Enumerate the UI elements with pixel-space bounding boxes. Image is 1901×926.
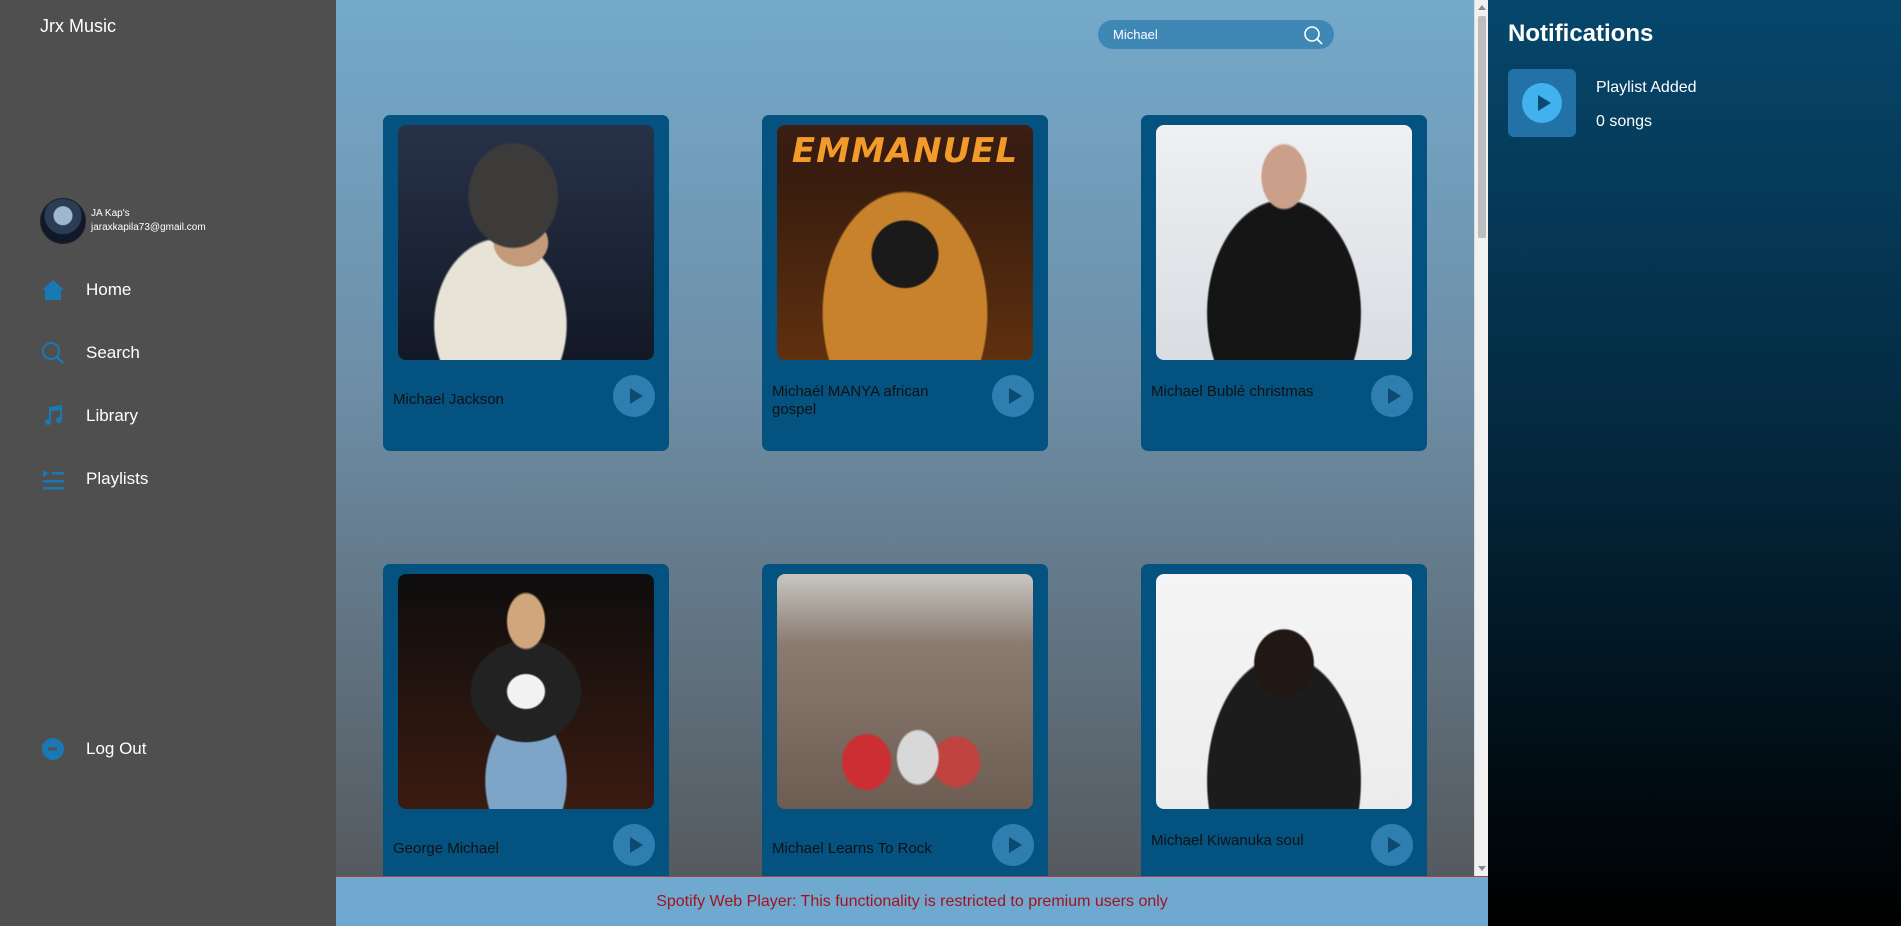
play-icon[interactable] — [1522, 83, 1562, 123]
play-icon — [629, 837, 643, 853]
nav-search[interactable]: Search — [40, 340, 140, 366]
notification-item[interactable]: Playlist Added 0 songs — [1508, 69, 1888, 137]
profile-email: jaraxkapila73@gmail.com — [91, 222, 206, 233]
main-content: Michael Jackson EMMANUEL Michaél MANYA a… — [336, 0, 1488, 876]
premium-warning-bar: Spotify Web Player: This functionality i… — [336, 876, 1488, 926]
play-icon — [1387, 388, 1401, 404]
sidebar: Jrx Music JA Kap's jaraxkapila73@gmail.c… — [0, 0, 336, 926]
artist-image — [777, 574, 1033, 809]
avatar — [40, 198, 86, 244]
artist-name: Michael Jackson — [393, 391, 504, 408]
notifications-panel: Notifications Playlist Added 0 songs — [1488, 0, 1901, 926]
logout-icon — [40, 736, 66, 762]
music-note-icon — [40, 403, 66, 429]
play-button[interactable] — [992, 824, 1034, 866]
artist-image — [1156, 125, 1412, 360]
nav-home[interactable]: Home — [40, 277, 131, 303]
artist-image — [398, 125, 654, 360]
play-icon — [1387, 837, 1401, 853]
notification-title: Playlist Added — [1596, 79, 1697, 96]
search-button-icon[interactable] — [1302, 24, 1324, 46]
nav-search-label: Search — [86, 343, 140, 362]
scrollbar[interactable] — [1474, 0, 1488, 876]
play-button[interactable] — [1371, 824, 1413, 866]
nav-logout[interactable]: Log Out — [40, 736, 147, 762]
artist-card[interactable]: Michael Jackson — [383, 115, 669, 451]
artist-card[interactable]: Michael Bublé christmas — [1141, 115, 1427, 451]
scroll-down-icon[interactable] — [1478, 866, 1486, 871]
nav-playlists-label: Playlists — [86, 469, 149, 488]
play-button[interactable] — [1371, 375, 1413, 417]
artist-card[interactable]: EMMANUEL Michaél MANYA african gospel — [762, 115, 1048, 451]
nav-library[interactable]: Library — [40, 403, 138, 429]
scroll-thumb[interactable] — [1478, 16, 1486, 238]
play-button[interactable] — [992, 375, 1034, 417]
profile-text: JA Kap's jaraxkapila73@gmail.com — [91, 207, 206, 235]
playlist-icon — [40, 466, 66, 492]
artist-name: Michael Kiwanuka soul — [1151, 832, 1304, 849]
search-bar — [1098, 20, 1334, 49]
nav-logout-label: Log Out — [86, 739, 147, 758]
scroll-up-icon[interactable] — [1478, 5, 1486, 10]
artist-card[interactable]: George Michael — [383, 564, 669, 876]
artist-name: Michaél MANYA african gospel — [772, 383, 929, 418]
search-input[interactable] — [1113, 25, 1293, 44]
artist-image — [398, 574, 654, 809]
notification-thumbnail — [1508, 69, 1576, 137]
artist-name: George Michael — [393, 840, 499, 857]
app-title: Jrx Music — [40, 16, 116, 36]
artist-name: Michael Learns To Rock — [772, 840, 932, 857]
artist-name: Michael Bublé christmas — [1151, 383, 1314, 400]
nav-home-label: Home — [86, 280, 132, 299]
play-button[interactable] — [613, 824, 655, 866]
nav-library-label: Library — [86, 406, 138, 425]
album-art-text: EMMANUEL — [791, 131, 1019, 171]
play-icon — [629, 388, 643, 404]
home-icon — [40, 277, 66, 303]
play-icon — [1008, 837, 1022, 853]
play-icon — [1008, 388, 1022, 404]
play-button[interactable] — [613, 375, 655, 417]
notification-subtitle: 0 songs — [1596, 113, 1653, 130]
artist-image: EMMANUEL — [777, 125, 1033, 360]
premium-warning-text: Spotify Web Player: This functionality i… — [656, 892, 1168, 910]
search-icon — [40, 340, 66, 366]
nav-playlists[interactable]: Playlists — [40, 466, 148, 492]
artist-card[interactable]: Michael Learns To Rock — [762, 564, 1048, 876]
artist-image — [1156, 574, 1412, 809]
notifications-title: Notifications — [1508, 20, 1654, 47]
user-profile[interactable]: JA Kap's jaraxkapila73@gmail.com — [40, 198, 206, 244]
artist-card[interactable]: Michael Kiwanuka soul — [1141, 564, 1427, 876]
profile-name: JA Kap's — [91, 208, 130, 219]
